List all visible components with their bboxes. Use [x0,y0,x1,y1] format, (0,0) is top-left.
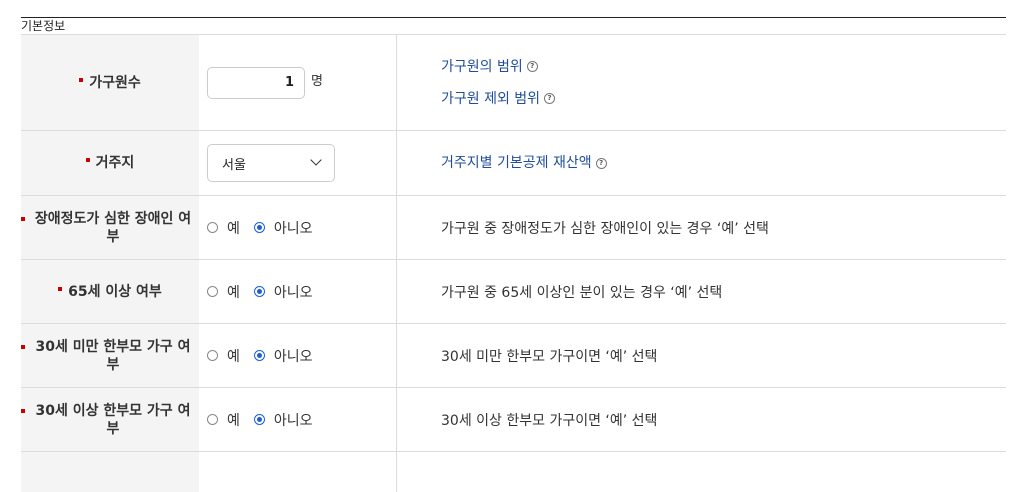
row-description: 30세 미만 한부모 가구이면 ‘예’ 선택 [441,348,658,365]
required-marker-icon [21,217,25,221]
link-text: 가구원 제외 범위 [441,90,541,107]
radio-group: 예 아니오 [207,410,327,430]
household-exclusion-link[interactable]: 가구원 제외 범위? [441,89,1006,109]
required-marker-icon [58,286,63,291]
row-desc-cell: 가구원 중 장애정도가 심한 장애인이 있는 경우 ‘예’ 선택 [397,196,1006,259]
row-input-cell: 예 아니오 [199,388,397,451]
row-label: 가구원수 [89,74,141,91]
row-description: 가구원 중 장애정도가 심한 장애인이 있는 경우 ‘예’ 선택 [441,220,769,237]
radio-no-label[interactable]: 아니오 [274,218,313,238]
row-header [21,452,199,492]
residence-deduction-link[interactable]: 거주지별 기본공제 재산액? [441,153,1006,173]
radio-no[interactable] [253,286,265,297]
link-text: 가구원의 범위 [441,58,523,75]
residence-select[interactable]: 서울 [207,144,335,182]
help-circle-icon[interactable]: ? [595,157,607,169]
radio-group: 예 아니오 [207,346,327,366]
radio-no-label[interactable]: 아니오 [274,346,313,366]
section-title: 기본정보 [21,17,1006,34]
row-desc-cell [397,452,1006,492]
row-label: 장애정도가 심한 장애인 여부 [34,210,192,245]
radio-yes[interactable] [207,222,218,233]
section-title-text: 기본정보 [21,19,66,33]
row-header: 장애정도가 심한 장애인 여부 [21,196,199,259]
required-marker-icon [85,158,90,162]
radio-yes[interactable] [207,286,218,297]
help-circle-icon[interactable]: ? [526,61,538,72]
row-household-count: 가구원수 1 명 가구원의 범위? 가구원 제외 범위? [21,35,1006,131]
row-desc-cell: 가구원의 범위? 가구원 제외 범위? [397,35,1006,130]
radio-group: 예 아니오 [207,218,327,238]
row-label: 65세 이상 여부 [68,283,162,300]
row-next-partial [21,452,1006,492]
link-text: 거주지별 기본공제 재산액 [441,155,592,171]
radio-yes[interactable] [207,350,218,361]
row-header: 65세 이상 여부 [21,260,199,323]
row-single-parent-under-30: 30세 미만 한부모 가구 여부 예 아니오 30세 미만 한부모 가구이면 ‘… [21,324,1006,388]
row-desc-cell: 가구원 중 65세 이상인 분이 있는 경우 ‘예’ 선택 [397,260,1006,323]
row-desc-cell: 거주지별 기본공제 재산액? [397,131,1006,195]
required-marker-icon [21,345,25,349]
row-input-cell: 예 아니오 [199,196,397,259]
help-circle-icon[interactable]: ? [544,93,556,104]
row-input-cell: 서울 [199,131,397,195]
row-header: 30세 이상 한부모 가구 여부 [21,388,199,451]
radio-yes-label[interactable]: 예 [227,410,240,430]
radio-yes-label[interactable]: 예 [227,282,240,302]
radio-no[interactable] [253,350,265,361]
chevron-down-icon [310,154,322,166]
radio-no-label[interactable]: 아니오 [274,282,313,302]
row-label: 30세 이상 한부모 가구 여부 [35,402,191,437]
row-desc-cell: 30세 미만 한부모 가구이면 ‘예’ 선택 [397,324,1006,387]
required-marker-icon [21,409,25,413]
row-header: 거주지 [21,131,199,195]
row-input-cell: 예 아니오 [199,324,397,387]
row-input-cell: 예 아니오 [199,260,397,323]
radio-group: 예 아니오 [207,282,327,302]
row-residence: 거주지 서울 거주지별 기본공제 재산액? [21,131,1006,196]
row-label: 30세 미만 한부모 가구 여부 [35,338,191,373]
household-range-link[interactable]: 가구원의 범위? [441,57,1006,77]
row-header: 가구원수 [21,35,199,130]
row-input-cell [199,452,397,492]
household-count-input[interactable]: 1 [207,66,305,99]
basic-info-table: 가구원수 1 명 가구원의 범위? 가구원 제외 범위? 거주지 서울 거주지별… [21,34,1006,492]
radio-yes-label[interactable]: 예 [227,218,240,238]
unit-label: 명 [311,74,323,89]
row-header: 30세 미만 한부모 가구 여부 [21,324,199,387]
radio-no[interactable] [253,414,265,425]
required-marker-icon [79,77,84,82]
row-description: 가구원 중 65세 이상인 분이 있는 경우 ‘예’ 선택 [441,284,723,301]
row-desc-cell: 30세 이상 한부모 가구이면 ‘예’ 선택 [397,388,1006,451]
radio-no-label[interactable]: 아니오 [274,410,313,430]
select-value: 서울 [222,157,246,173]
row-input-cell: 1 명 [199,35,397,130]
row-description: 30세 이상 한부모 가구이면 ‘예’ 선택 [441,412,658,429]
radio-no[interactable] [253,222,265,233]
radio-yes[interactable] [207,414,218,425]
row-single-parent-30-plus: 30세 이상 한부모 가구 여부 예 아니오 30세 이상 한부모 가구이면 ‘… [21,388,1006,452]
radio-yes-label[interactable]: 예 [227,346,240,366]
row-age-65: 65세 이상 여부 예 아니오 가구원 중 65세 이상인 분이 있는 경우 ‘… [21,260,1006,324]
row-label: 거주지 [95,155,135,171]
row-severe-disability: 장애정도가 심한 장애인 여부 예 아니오 가구원 중 장애정도가 심한 장애인… [21,196,1006,260]
